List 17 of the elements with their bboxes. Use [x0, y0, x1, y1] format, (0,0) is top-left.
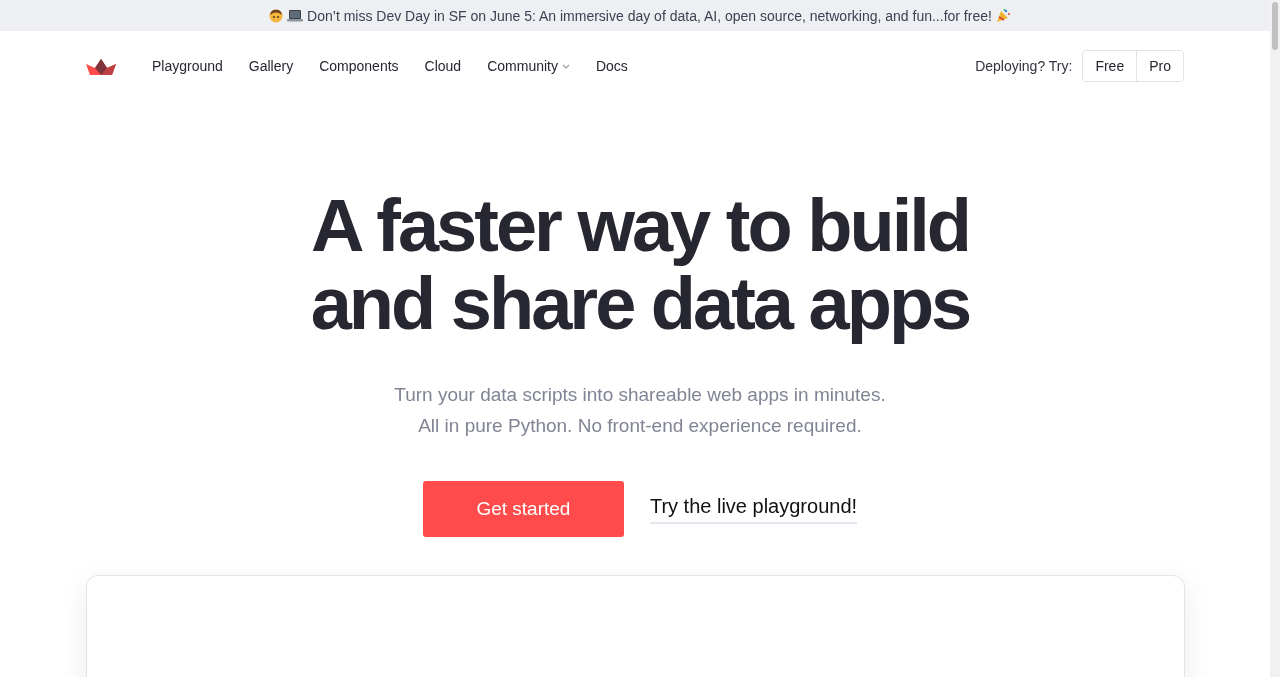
person-icon	[269, 8, 284, 23]
nav-link[interactable]: Docs	[583, 58, 640, 74]
nav-link[interactable]: Gallery	[236, 58, 306, 74]
hero-subtitle: Turn your data scripts into shareable web apps in minutes. All in pure Python. No front-end experience required.	[394, 383, 886, 438]
deploy-label: Deploying? Try:	[975, 58, 1073, 74]
nav-link[interactable]: Cloud	[412, 58, 474, 74]
playground-link[interactable]: Try the live playground!	[649, 494, 858, 524]
deploy-option-button[interactable]: Pro	[1136, 51, 1183, 81]
chevron-down-icon	[561, 63, 570, 69]
laptop-icon	[287, 9, 304, 22]
scrollbar[interactable]	[1270, 0, 1280, 677]
nav-link[interactable]: Components	[307, 58, 411, 74]
nav-link[interactable]: Community	[475, 58, 582, 74]
crown-logo-icon[interactable]	[86, 57, 116, 75]
hero-title: A faster way to build and share data apps	[310, 187, 970, 343]
nav-link[interactable]: Playground	[140, 58, 235, 74]
party-popper-icon	[995, 8, 1011, 23]
